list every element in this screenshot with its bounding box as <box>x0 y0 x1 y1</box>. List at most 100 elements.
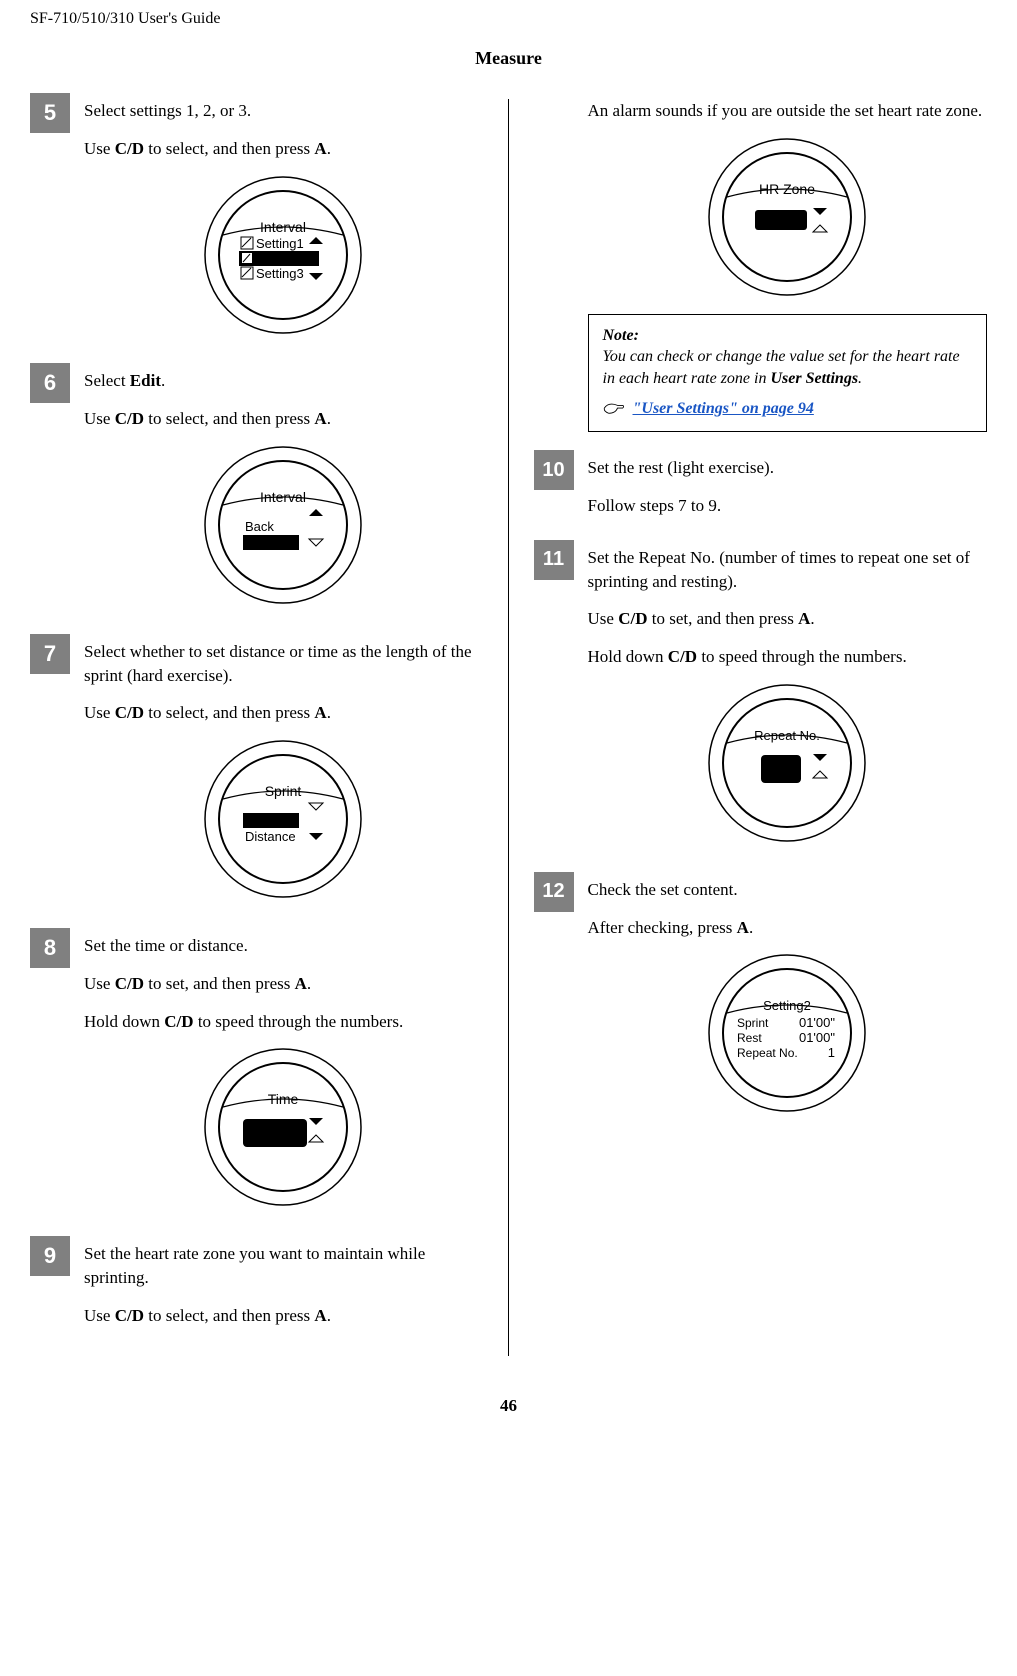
step-number-5: 5 <box>30 93 70 133</box>
step-number-9: 9 <box>30 1236 70 1276</box>
svg-text:01'00": 01'00" <box>799 1015 835 1030</box>
text: to select, and then press <box>144 703 314 722</box>
step-5: 5 Select settings 1, 2, or 3. Use C/D to… <box>30 99 483 341</box>
svg-text:Setting1: Setting1 <box>256 236 304 251</box>
note-title: Note: <box>603 325 973 347</box>
text: Use <box>84 974 115 993</box>
text: . <box>858 370 862 387</box>
text: Hold down <box>588 647 668 666</box>
text-bold: A <box>314 1306 326 1325</box>
text: to select, and then press <box>144 1306 314 1325</box>
text-bold: C/D <box>115 703 144 722</box>
step11-line3: Hold down C/D to speed through the numbe… <box>588 645 988 669</box>
text: to select, and then press <box>144 139 314 158</box>
text: . <box>749 918 753 937</box>
text: to speed through the numbers. <box>697 647 907 666</box>
watch-interval-settings: Interval Setting1 Setting2 <box>203 175 363 335</box>
step-6: 6 Select Edit. Use C/D to select, and th… <box>30 369 483 611</box>
text: Use <box>84 703 115 722</box>
text-bold: A <box>295 974 307 993</box>
step6-line1: Select Edit. <box>84 369 483 393</box>
text: . <box>327 409 331 428</box>
page-number: 46 <box>30 1396 987 1416</box>
svg-text:Rest: Rest <box>737 1031 762 1045</box>
svg-text:1: 1 <box>776 759 787 781</box>
section-title: Measure <box>30 48 987 69</box>
text: After checking, press <box>588 918 737 937</box>
text: to set, and then press <box>144 974 295 993</box>
step12-line1: Check the set content. <box>588 878 988 902</box>
user-settings-link[interactable]: "User Settings" on page 94 <box>633 400 814 417</box>
left-column: 5 Select settings 1, 2, or 3. Use C/D to… <box>30 99 509 1356</box>
text: . <box>810 609 814 628</box>
pointing-hand-icon <box>603 401 625 415</box>
text-bold: C/D <box>115 139 144 158</box>
svg-text:Time: Time <box>247 813 275 828</box>
step-number-10: 10 <box>534 450 574 490</box>
text-bold: A <box>314 703 326 722</box>
note-link-row: "User Settings" on page 94 <box>603 398 973 420</box>
svg-text:Back: Back <box>245 519 274 534</box>
step-11: 11 Set the Repeat No. (number of times t… <box>534 546 988 850</box>
step-8: 8 Set the time or distance. Use C/D to s… <box>30 934 483 1214</box>
step11-line2: Use C/D to set, and then press A. <box>588 607 988 631</box>
text: to speed through the numbers. <box>194 1012 404 1031</box>
svg-text:Setting2: Setting2 <box>763 998 811 1013</box>
step8-line3: Hold down C/D to speed through the numbe… <box>84 1010 483 1034</box>
svg-text:Distance: Distance <box>245 829 296 844</box>
text-bold: C/D <box>668 647 697 666</box>
watch-repeat-no: Repeat No. 1 <box>707 683 867 843</box>
svg-text:Sprint: Sprint <box>737 1016 769 1030</box>
svg-text:Setting2: Setting2 <box>256 251 304 266</box>
watch-sprint-mode: Sprint Time Distance <box>203 739 363 899</box>
step7-line2: Use C/D to select, and then press A. <box>84 701 483 725</box>
svg-text:01'00": 01'00" <box>249 1124 302 1144</box>
text: . <box>327 703 331 722</box>
note-body: You can check or change the value set fo… <box>603 346 973 389</box>
svg-text:Interval: Interval <box>260 489 306 505</box>
text: . <box>307 974 311 993</box>
step-7: 7 Select whether to set distance or time… <box>30 640 483 906</box>
svg-text:Repeat No.: Repeat No. <box>737 1046 798 1060</box>
text: to select, and then press <box>144 409 314 428</box>
text-bold: C/D <box>618 609 647 628</box>
step6-line2: Use C/D to select, and then press A. <box>84 407 483 431</box>
svg-text:Time: Time <box>268 1091 299 1107</box>
text: . <box>161 371 165 390</box>
header-product-guide: SF-710/510/310 User's Guide <box>30 10 987 28</box>
step7-line1: Select whether to set distance or time a… <box>84 640 483 688</box>
step8-line2: Use C/D to set, and then press A. <box>84 972 483 996</box>
text-bold: A <box>798 609 810 628</box>
text-bold: A <box>314 139 326 158</box>
text: Select <box>84 371 130 390</box>
text-bold: A <box>737 918 749 937</box>
svg-text:Zone1: Zone1 <box>761 212 801 228</box>
step9-line1: Set the heart rate zone you want to main… <box>84 1242 483 1290</box>
right-column: An alarm sounds if you are outside the s… <box>509 99 988 1356</box>
step-number-8: 8 <box>30 928 70 968</box>
svg-text:01'00": 01'00" <box>799 1030 835 1045</box>
text-bold: C/D <box>115 974 144 993</box>
watch-hr-zone: HR Zone Zone1 <box>707 137 867 297</box>
text: Hold down <box>84 1012 164 1031</box>
step10-line2: Follow steps 7 to 9. <box>588 494 988 518</box>
text-bold: C/D <box>164 1012 193 1031</box>
alarm-text: An alarm sounds if you are outside the s… <box>588 99 988 123</box>
step11-line1: Set the Repeat No. (number of times to r… <box>588 546 988 594</box>
watch-time-value: Time 01'00" <box>203 1047 363 1207</box>
step5-line1: Select settings 1, 2, or 3. <box>84 99 483 123</box>
step-number-7: 7 <box>30 634 70 674</box>
text-bold: Edit <box>130 371 161 390</box>
text: Use <box>84 1306 115 1325</box>
text-bold: C/D <box>115 1306 144 1325</box>
svg-text:Setting3: Setting3 <box>256 266 304 281</box>
text: to set, and then press <box>647 609 798 628</box>
step-9: 9 Set the heart rate zone you want to ma… <box>30 1242 483 1327</box>
text: Use <box>84 139 115 158</box>
watch-setting2-summary: Setting2 Sprint 01'00" Rest 01'00" Repea… <box>707 953 867 1113</box>
text-bold: User Settings <box>770 370 858 387</box>
text: Use <box>84 409 115 428</box>
step10-line1: Set the rest (light exercise). <box>588 456 988 480</box>
text: . <box>327 139 331 158</box>
step-12: 12 Check the set content. After checking… <box>534 878 988 1120</box>
